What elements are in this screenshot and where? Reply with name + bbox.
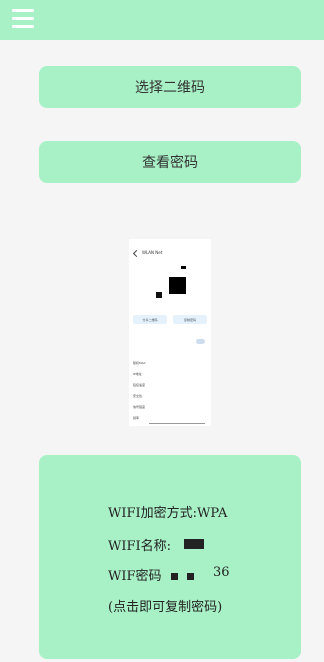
qr-code-fragment <box>156 292 162 298</box>
copy-hint: (点击即可复制密码) <box>108 600 223 615</box>
redacted-block <box>171 573 178 580</box>
preview-row: 信号强度 <box>133 405 146 409</box>
app-bar <box>0 0 324 40</box>
wifi-password-text: WIF密码 <box>108 569 162 584</box>
back-icon <box>132 249 141 258</box>
preview-row: 安全性 <box>133 394 143 398</box>
preview-row: 链接速度 <box>133 383 146 387</box>
divider <box>149 423 205 424</box>
wifi-info-card[interactable]: WIFI加密方式:WPA WIFI名称: WIF密码 36 (点击即可复制密码) <box>39 455 301 659</box>
wifi-name-text: WIFI名称: <box>108 539 172 554</box>
view-password-button[interactable]: 查看密码 <box>39 141 301 183</box>
preview-copy-button: 复制密码 <box>173 315 207 324</box>
preview-row: IP地址 <box>133 372 142 376</box>
menu-icon[interactable] <box>12 9 34 29</box>
select-qr-button[interactable]: 选择二维码 <box>39 66 301 108</box>
password-tail: 36 <box>213 565 230 580</box>
qr-code <box>169 277 186 294</box>
preview-toggle <box>196 339 205 344</box>
preview-status-bar <box>133 241 207 246</box>
redacted-block <box>187 573 194 580</box>
preview-row: 随机MAC <box>133 361 146 365</box>
preview-row: 频率 <box>133 416 140 420</box>
redacted-block <box>184 539 204 549</box>
preview-share-button: 分享二维码 <box>133 315 167 324</box>
qr-image-preview: WLAN Net 分享二维码 复制密码 随机MAC IP地址 链接速度 安全性 … <box>129 239 211 426</box>
encryption-text: WIFI加密方式:WPA <box>108 506 228 521</box>
qr-code-fragment <box>181 266 186 269</box>
preview-title: WLAN Net <box>142 250 163 255</box>
